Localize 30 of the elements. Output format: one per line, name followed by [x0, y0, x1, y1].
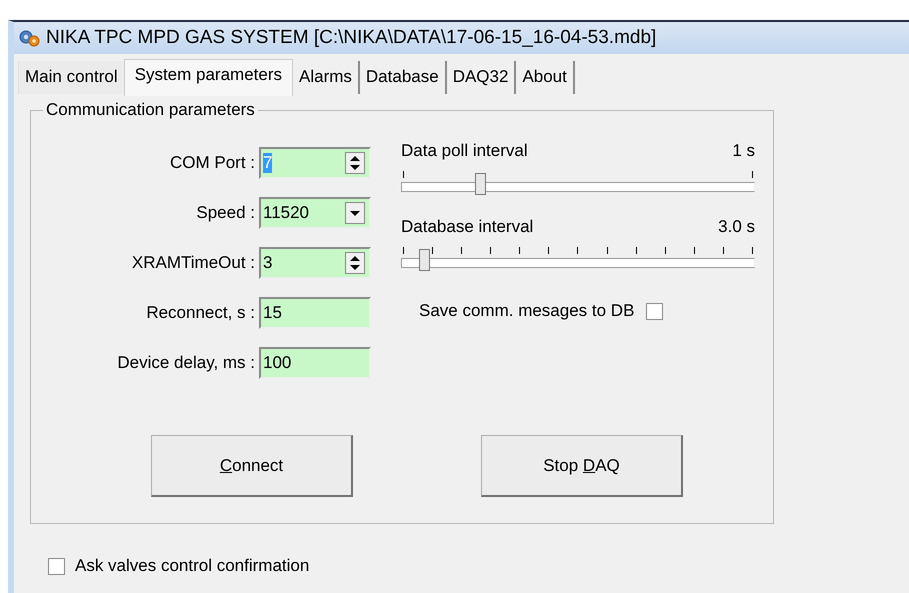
combo-field[interactable]: 11520: [259, 197, 371, 229]
checkbox[interactable]: [646, 302, 664, 320]
slider-label: Data poll interval: [401, 141, 528, 161]
field-label: XRAMTimeOut :: [132, 253, 255, 273]
slider-label: Database interval: [401, 217, 534, 237]
slider-reading: 3.0 s: [718, 217, 755, 237]
tab[interactable]: Main control: [18, 61, 124, 94]
field-label: Speed :: [196, 203, 255, 223]
slider-thumb[interactable]: [418, 249, 430, 271]
input-field[interactable]: 100: [259, 347, 371, 379]
slider-thumb[interactable]: [475, 173, 486, 195]
field-label: Reconnect, s :: [146, 303, 255, 323]
field-label: COM Port :: [170, 153, 255, 173]
input-field[interactable]: 15: [259, 297, 371, 329]
spin-arrows-icon[interactable]: [345, 152, 365, 174]
connect-button[interactable]: Connect: [151, 435, 353, 497]
gears-icon: [18, 28, 40, 48]
window-title: NIKA TPC MPD GAS SYSTEM [C:\NIKA\DATA\17-06-15_16-04-53.mdb]: [46, 27, 656, 49]
spin-field[interactable]: 3: [259, 247, 371, 279]
slider[interactable]: [401, 173, 755, 195]
stop-button[interactable]: Stop DAQ: [481, 435, 683, 497]
spin-arrows-icon[interactable]: [345, 252, 365, 274]
checkbox-label: Ask valves control confirmation: [75, 556, 310, 576]
group-title: Communication parameters: [43, 100, 258, 120]
slider-reading: 1 s: [732, 141, 755, 161]
checkbox[interactable]: [48, 558, 65, 574]
tab[interactable]: System parameters: [124, 59, 293, 96]
slider[interactable]: [401, 249, 755, 271]
checkbox-label: Save comm. mesages to DB: [419, 301, 634, 321]
field-label: Device delay, ms :: [117, 353, 255, 373]
